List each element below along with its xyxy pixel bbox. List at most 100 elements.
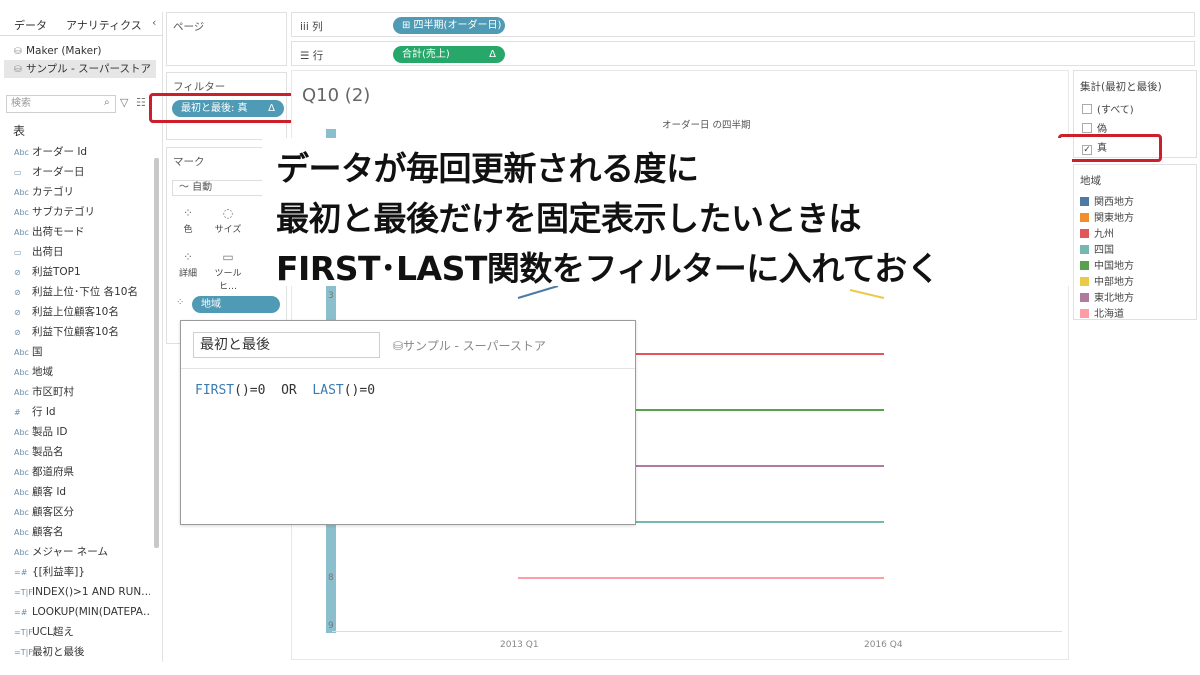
legend-entry[interactable]: 関東地方 — [1080, 209, 1134, 224]
field-item[interactable]: =# LOOKUP(MIN(DATEPA… — [0, 602, 150, 622]
field-label: オーダー Id — [32, 146, 88, 158]
field-item[interactable]: Abc 地域 — [0, 362, 150, 382]
field-list-scrollbar[interactable] — [154, 158, 159, 548]
field-item[interactable]: Abc メジャー ネーム — [0, 542, 150, 562]
view-toggle-icon[interactable]: ☷ — [136, 96, 146, 109]
field-item[interactable]: ▭ オーダー日 — [0, 162, 150, 182]
datasource-icon: ⛁ — [14, 47, 22, 57]
rows-pill-sales[interactable]: 合計(売上) Δ — [393, 46, 505, 63]
calc-name-input[interactable]: 最初と最後 — [193, 332, 380, 358]
field-label: 製品名 — [32, 446, 64, 458]
field-item[interactable]: Abc 製品 ID — [0, 422, 150, 442]
field-label: メジャー ネーム — [32, 546, 108, 558]
field-list: Abc オーダー Id ▭ オーダー日 Abc カテゴリ Abc サブカテゴリ Abc 出荷モード… — [0, 142, 150, 662]
field-item[interactable]: ⊘ 利益TOP1 — [0, 262, 150, 282]
formula-text: ()=0 — [343, 383, 376, 398]
checkbox-icon[interactable] — [1082, 104, 1092, 114]
columns-shelf[interactable]: iii 列 ⊞ 四半期(オーダー日) — [291, 12, 1195, 37]
option-label: (すべて) — [1097, 105, 1134, 116]
datasource-icon: ⛁ — [14, 65, 22, 75]
field-type-icon: ⊘ — [14, 288, 21, 297]
columns-label: iii 列 — [300, 21, 323, 33]
field-item[interactable]: =T|F最初と最後 — [0, 642, 150, 662]
caption-line-2: 最初と最後だけを固定表示したいときは — [276, 199, 862, 238]
datasource-maker[interactable]: ⛁ Maker (Maker) — [4, 42, 156, 60]
legend-entry[interactable]: 関西地方 — [1080, 193, 1134, 208]
quick-filter-option[interactable]: 偽 — [1082, 120, 1107, 135]
field-type-icon: ▭ — [14, 248, 22, 257]
mark-button[interactable]: ◌ サイズ — [208, 202, 248, 238]
legend-entry[interactable]: 九州 — [1080, 225, 1114, 240]
field-item[interactable]: ⊘ 利益上位顧客10名 — [0, 302, 150, 322]
field-item[interactable]: Abc 国 — [0, 342, 150, 362]
field-item[interactable]: Abc 顧客区分 — [0, 502, 150, 522]
field-item[interactable]: Abc オーダー Id — [0, 142, 150, 162]
legend-entry[interactable]: 東北地方 — [1080, 289, 1134, 304]
datasource-superstore[interactable]: ⛁ サンプル - スーパーストア — [4, 60, 156, 78]
field-item[interactable]: ⊘ 利益上位･下位 各10名 — [0, 282, 150, 302]
field-item[interactable]: =T|FINDEX()>1 AND RUN… — [0, 582, 150, 602]
quick-filter-title: 集計(最初と最後) — [1080, 81, 1162, 93]
legend-entry[interactable]: 中国地方 — [1080, 257, 1134, 272]
field-item[interactable]: ⊘ 利益下位顧客10名 — [0, 322, 150, 342]
pages-shelf[interactable]: ページ — [166, 12, 287, 66]
field-label: 製品 ID — [32, 426, 68, 438]
field-item[interactable]: ▭ 出荷日 — [0, 242, 150, 262]
field-item[interactable]: # 行 Id — [0, 402, 150, 422]
y-tick: 8 — [328, 573, 334, 583]
field-label: サブカテゴリ — [32, 206, 95, 218]
legend-swatch — [1080, 261, 1089, 270]
field-type-icon: =# — [14, 568, 28, 577]
legend-swatch — [1080, 293, 1089, 302]
field-item[interactable]: =# {[利益率]} — [0, 562, 150, 582]
highlight-box-true — [1058, 134, 1162, 162]
field-label: 利益上位･下位 各10名 — [32, 286, 138, 298]
field-item[interactable]: Abc カテゴリ — [0, 182, 150, 202]
collapse-pane-icon[interactable]: ‹ — [152, 16, 156, 29]
window-top-strip — [0, 0, 1200, 10]
region-pill[interactable]: 地域 — [192, 296, 280, 313]
field-item[interactable]: Abc 出荷モード — [0, 222, 150, 242]
quick-filter-option[interactable]: (すべて) — [1082, 101, 1134, 116]
data-pane-tabs: データ アナリティクス ‹ — [0, 12, 163, 36]
field-type-icon: Abc — [14, 528, 29, 537]
x-tick: 2016 Q4 — [864, 640, 903, 650]
rows-shelf[interactable]: ☰ 行 合計(売上) Δ — [291, 41, 1195, 66]
field-label: 最初と最後 — [32, 646, 85, 658]
field-item[interactable]: Abc 製品名 — [0, 442, 150, 462]
field-label: オーダー日 — [32, 166, 85, 178]
field-item[interactable]: Abc 市区町村 — [0, 382, 150, 402]
search-icon[interactable]: ⌕ — [104, 97, 110, 108]
calculation-editor[interactable]: 最初と最後 ⛁サンプル - スーパーストア FIRST()=0 OR LAST(… — [180, 320, 636, 525]
field-type-icon: Abc — [14, 388, 29, 397]
field-type-icon: ⊘ — [14, 328, 21, 337]
filter-icon[interactable]: ▽ — [120, 96, 128, 109]
calc-formula-editor[interactable]: FIRST()=0 OR LAST()=0 — [195, 383, 375, 398]
field-item[interactable]: Abc 都道府県 — [0, 462, 150, 482]
legend-entry[interactable]: 北海道 — [1080, 305, 1124, 320]
legend-swatch — [1080, 245, 1089, 254]
field-item[interactable]: =T|FUCL超え — [0, 622, 150, 642]
checkbox-icon[interactable] — [1082, 123, 1092, 133]
mark-button[interactable]: ⁘ 色 — [168, 202, 208, 238]
line-chubu-partial[interactable] — [849, 289, 885, 299]
mark-button-icon: ⁘ — [182, 250, 194, 264]
field-search-input[interactable]: 検索 — [6, 95, 116, 113]
legend-swatch — [1080, 197, 1089, 206]
mark-button-icon: ▭ — [222, 250, 234, 264]
caption-overlay: データが毎回更新される度に 最初と最後だけを固定表示したいときは FIRST･L… — [262, 138, 1072, 288]
field-type-icon: Abc — [14, 368, 29, 377]
field-item[interactable]: Abc 顧客名 — [0, 522, 150, 542]
field-label: LOOKUP(MIN(DATEPA… — [32, 606, 150, 618]
mark-button[interactable]: ⁘ 詳細 — [168, 246, 208, 282]
field-item[interactable]: Abc サブカテゴリ — [0, 202, 150, 222]
color-legend: 地域 関西地方 関東地方 九州 四国 中国地方 中部地方 東北地方 北海道 — [1073, 164, 1197, 320]
mark-button[interactable]: ▭ ツールヒ… — [208, 246, 248, 292]
legend-entry[interactable]: 中部地方 — [1080, 273, 1134, 288]
field-item[interactable]: Abc 顧客 Id — [0, 482, 150, 502]
tab-analytics[interactable]: アナリティクス — [66, 17, 142, 33]
tab-data[interactable]: データ — [14, 17, 47, 33]
legend-entry[interactable]: 四国 — [1080, 241, 1114, 256]
columns-pill-quarter[interactable]: ⊞ 四半期(オーダー日) — [393, 17, 505, 34]
section-tables: 表 — [13, 124, 26, 138]
